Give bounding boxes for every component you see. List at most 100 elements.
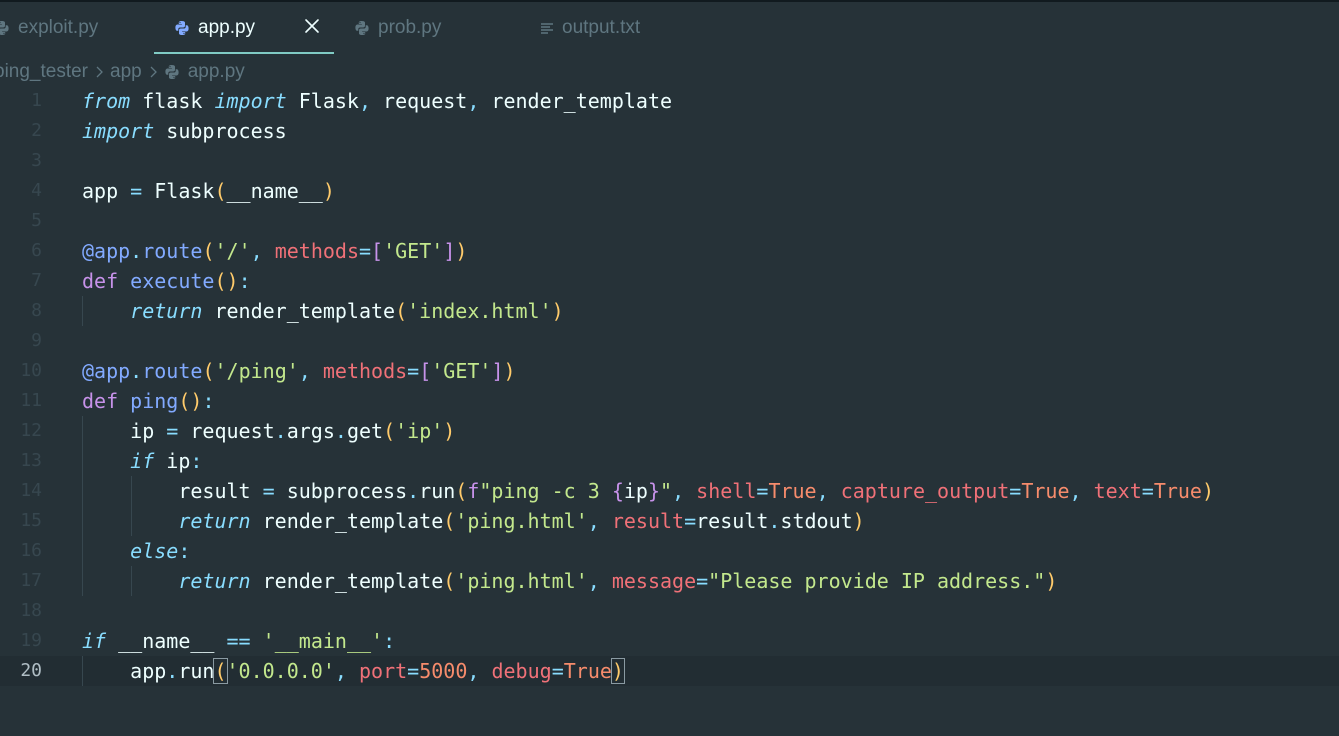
code-token: ]	[443, 239, 456, 263]
breadcrumb-item-folder[interactable]: ping_tester	[0, 61, 88, 83]
code-text: return render_template('ping.html', mess…	[82, 566, 1057, 596]
code-text: import subprocess	[82, 116, 287, 146]
tab-label: prob.py	[378, 17, 442, 38]
code-token: .	[166, 659, 179, 683]
python-icon	[175, 21, 189, 35]
code-token: )	[455, 239, 468, 263]
line-number: 12	[20, 420, 42, 441]
code-token: (	[202, 359, 215, 383]
code-token: )	[443, 419, 456, 443]
code-token: if	[82, 629, 107, 653]
code-token: @app	[82, 239, 131, 263]
line-number: 16	[20, 540, 42, 561]
code-token: 'ping.html'	[455, 569, 588, 593]
code-token: :	[178, 539, 191, 563]
code-token: .	[130, 239, 143, 263]
code-token: route	[142, 359, 203, 383]
code-line[interactable]: 17 return render_template('ping.html', m…	[0, 566, 1339, 596]
code-line[interactable]: 5	[0, 206, 1339, 236]
code-token: ,	[587, 569, 600, 593]
code-token: render_template	[202, 299, 396, 323]
code-token: methods	[322, 359, 408, 383]
code-token: ,	[334, 659, 347, 683]
tab-prob-py[interactable]: prob.py	[354, 2, 514, 54]
code-token: (	[202, 239, 215, 263]
code-token: (	[213, 658, 228, 684]
code-token: methods	[274, 239, 359, 263]
chevron-right-icon	[96, 66, 103, 78]
code-token: =	[551, 659, 564, 683]
code-token: True	[563, 659, 612, 683]
code-line[interactable]: 4 app = Flask(__name__)	[0, 176, 1339, 206]
code-line[interactable]: 14 result = subprocess.run(f"ping -c 3 {…	[0, 476, 1339, 506]
code-token: .	[407, 479, 420, 503]
code-line[interactable]: 7 def execute():	[0, 266, 1339, 296]
code-token: =	[696, 569, 709, 593]
tab-label: output.txt	[562, 17, 641, 38]
indent-guide	[82, 416, 83, 596]
tab-output-txt[interactable]: output.txt	[540, 2, 700, 54]
code-token: .	[334, 419, 347, 443]
line-number: 11	[20, 390, 42, 411]
code-line[interactable]: 3	[0, 146, 1339, 176]
line-number: 3	[31, 150, 42, 171]
code-token: =	[407, 359, 420, 383]
code-token: =	[1009, 479, 1022, 503]
code-line[interactable]: 16 else:	[0, 536, 1339, 566]
code-token: True	[768, 479, 817, 503]
code-token: =	[407, 659, 420, 683]
code-line[interactable]: 1 from flask import Flask, request, rende…	[0, 86, 1339, 116]
line-number: 14	[20, 480, 42, 501]
code-line[interactable]: 18	[0, 596, 1339, 626]
code-token: =	[166, 419, 179, 443]
breadcrumb-item-folder[interactable]: app	[110, 61, 142, 83]
breadcrumb-item-file[interactable]: app.py	[188, 61, 245, 83]
code-line[interactable]: 13 if ip:	[0, 446, 1339, 476]
code-token: Flask	[286, 89, 359, 113]
code-line[interactable]: 9	[0, 326, 1339, 356]
indent-guide	[82, 656, 83, 686]
code-token: def	[82, 389, 119, 413]
code-line[interactable]: 2 import subprocess	[0, 116, 1339, 146]
line-number: 5	[31, 210, 42, 231]
code-line[interactable]: 19 if __name__ == '__main__':	[0, 626, 1339, 656]
code-line[interactable]: 20 app.run('0.0.0.0', port=5000, debug=T…	[0, 656, 1339, 686]
tab-app-py[interactable]: app.py	[154, 2, 334, 54]
code-token: =	[262, 479, 275, 503]
code-text: from flask import Flask, request, render…	[82, 86, 672, 116]
tab-exploit-py[interactable]: exploit.py	[0, 2, 144, 54]
tab-label: app.py	[198, 17, 256, 38]
code-token: =	[359, 239, 372, 263]
code-token: subprocess	[274, 479, 408, 503]
code-editor[interactable]: 1 from flask import Flask, request, rende…	[0, 86, 1339, 716]
code-text: ip = request.args.get('ip')	[82, 416, 455, 446]
code-token: ,	[298, 359, 311, 383]
code-text: app = Flask(__name__)	[82, 176, 335, 206]
code-token: ()	[214, 269, 239, 293]
code-text: if __name__ == '__main__':	[82, 626, 395, 656]
code-token: Flask	[142, 179, 215, 203]
code-token: execute	[130, 269, 215, 293]
code-token: (	[443, 509, 456, 533]
code-token: request	[178, 419, 275, 443]
code-line[interactable]: 11 def ping():	[0, 386, 1339, 416]
code-token: '0.0.0.0'	[226, 659, 335, 683]
code-line[interactable]: 12 ip = request.args.get('ip')	[0, 416, 1339, 446]
code-line[interactable]: 15 return render_template('ping.html', r…	[0, 506, 1339, 536]
code-token: app	[82, 179, 131, 203]
code-token: (	[214, 179, 227, 203]
code-text: def ping():	[82, 386, 214, 416]
code-token: ip	[623, 479, 648, 503]
python-icon	[355, 21, 369, 35]
code-line[interactable]: 10 @app.route('/ping', methods=['GET'])	[0, 356, 1339, 386]
line-number: 13	[20, 450, 42, 471]
code-line[interactable]: 8 return render_template('index.html')	[0, 296, 1339, 326]
code-token: ip	[154, 449, 191, 473]
code-line[interactable]: 6 @app.route('/', methods=['GET'])	[0, 236, 1339, 266]
close-icon[interactable]	[302, 16, 322, 36]
code-token: else	[130, 539, 179, 563]
code-token: (	[395, 299, 408, 323]
